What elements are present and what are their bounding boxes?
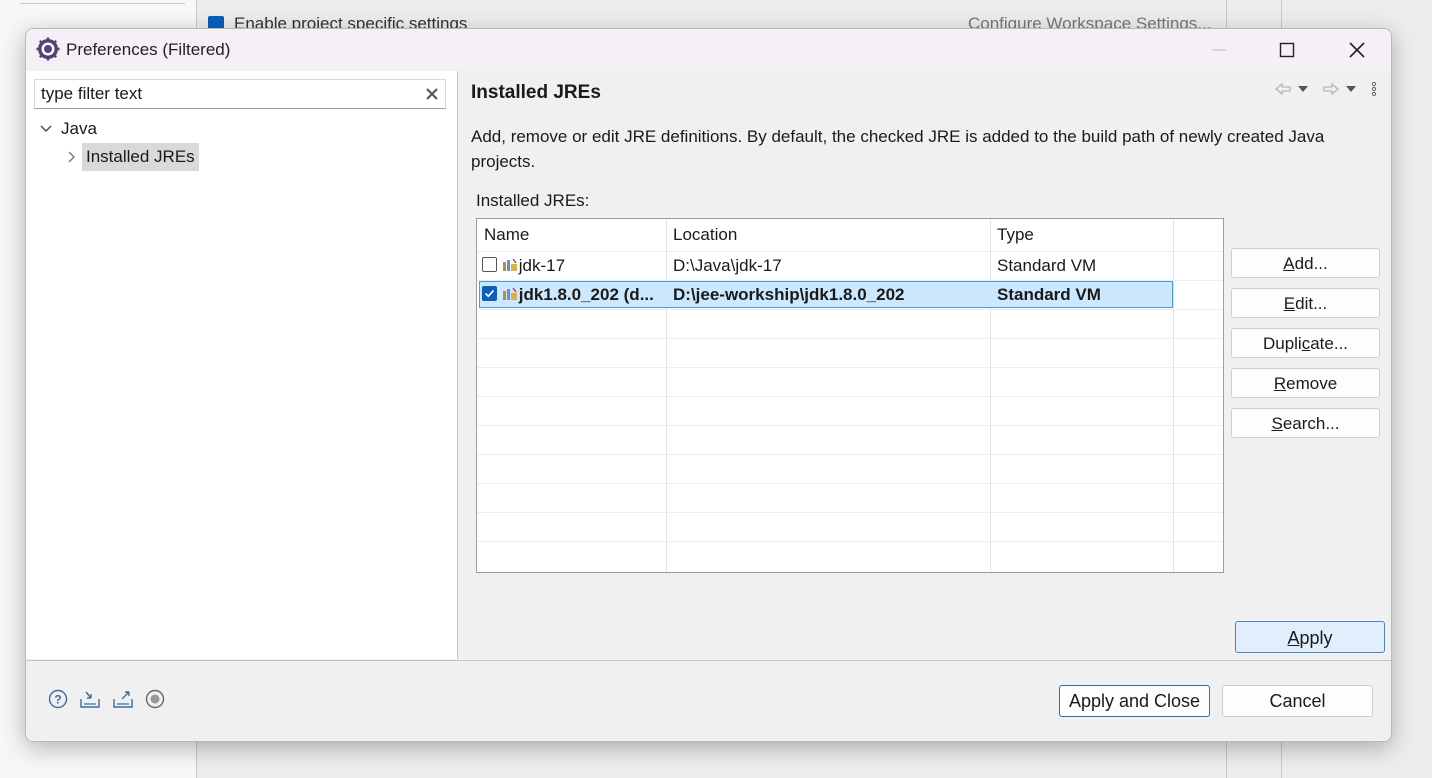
more-menu-icon[interactable] [1371, 81, 1377, 97]
remove-button-label-rest: emove [1286, 374, 1338, 393]
jre-checkbox[interactable] [482, 257, 497, 273]
jre-type: Standard VM [997, 285, 1101, 304]
row-divider [477, 367, 1223, 368]
row-divider [477, 541, 1223, 542]
page-navigation [1275, 81, 1377, 97]
window-title: Preferences (Filtered) [66, 40, 231, 59]
cancel-button[interactable]: Cancel [1222, 685, 1373, 717]
tree-item-installed-jres[interactable]: Installed JREs [63, 143, 199, 171]
row-divider [477, 425, 1223, 426]
forward-arrow-icon[interactable] [1323, 82, 1339, 96]
duplicate-button-label-rest: ate... [1310, 334, 1349, 353]
title-bar: Preferences (Filtered) [26, 29, 1391, 71]
page-title: Installed JREs [471, 82, 601, 103]
search-button-mnemonic: S [1271, 414, 1283, 433]
apply-and-close-button[interactable]: Apply and Close [1059, 685, 1210, 717]
chevron-right-icon[interactable] [63, 149, 79, 165]
preference-page: Installed JREs Add, remove or edit JRE d… [458, 71, 1391, 659]
jre-type: Standard VM [997, 256, 1097, 275]
background-divider [20, 0, 185, 4]
close-button[interactable] [1327, 29, 1387, 71]
export-icon[interactable] [112, 689, 134, 709]
jre-checkbox-checked[interactable] [482, 286, 497, 302]
filter-box [34, 79, 446, 109]
edit-button[interactable]: Edit... [1231, 288, 1380, 318]
filter-input[interactable] [41, 83, 411, 105]
table-row[interactable]: jdk-17 [477, 252, 666, 280]
remove-button[interactable]: Remove [1231, 368, 1380, 398]
row-divider [477, 396, 1223, 397]
jre-library-icon [502, 287, 517, 300]
search-button[interactable]: Search... [1231, 408, 1380, 438]
tree-item-label: Java [61, 119, 97, 138]
jre-location: D:\Java\jdk-17 [673, 256, 782, 275]
row-divider [477, 454, 1223, 455]
search-button-label-rest: earch... [1282, 414, 1340, 433]
table-row[interactable]: jdk1.8.0_202 (d... [477, 281, 666, 309]
svg-text:?: ? [54, 693, 61, 707]
jre-library-icon [502, 258, 517, 271]
checkmark-icon [484, 289, 495, 298]
jre-name: jdk-17 [518, 256, 566, 275]
add-button-label-rest: dd... [1294, 254, 1328, 273]
jre-location: D:\jee-workship\jdk1.8.0_202 [673, 285, 905, 304]
dialog-footer: ? Apply and Close Cancel [26, 660, 1391, 741]
duplicate-button[interactable]: Duplicate... [1231, 328, 1380, 358]
record-icon[interactable] [145, 689, 165, 709]
column-header-type[interactable]: Type [990, 219, 1173, 251]
clear-filter-icon[interactable] [423, 85, 441, 103]
duplicate-button-label: Dupli [1262, 334, 1302, 353]
help-icon[interactable]: ? [48, 689, 68, 709]
row-divider [477, 512, 1223, 513]
chevron-down-icon[interactable] [1345, 84, 1357, 94]
edit-button-mnemonic: E [1283, 294, 1296, 313]
row-divider [477, 309, 1223, 310]
add-button[interactable]: Add... [1231, 248, 1380, 278]
column-header-name[interactable]: Name [477, 219, 666, 251]
maximize-icon [1279, 42, 1295, 58]
page-description: Add, remove or edit JRE definitions. By … [471, 127, 1325, 171]
row-divider [477, 483, 1223, 484]
eclipse-gear-icon [36, 37, 60, 61]
column-header-location[interactable]: Location [666, 219, 990, 251]
apply-button[interactable]: Apply [1235, 621, 1385, 653]
import-icon[interactable] [79, 689, 101, 709]
preferences-dialog: Preferences (Filtered) Java Installed JR… [25, 28, 1392, 742]
remove-button-mnemonic: R [1273, 374, 1287, 393]
row-divider [477, 338, 1223, 339]
minimize-icon [1212, 49, 1226, 51]
table-label: Installed JREs: [476, 191, 590, 210]
add-button-mnemonic: A [1283, 254, 1295, 273]
apply-button-mnemonic: A [1287, 628, 1300, 648]
jre-table: Name Location Type jdk-17 D:\Java\jdk-17… [476, 218, 1224, 573]
duplicate-button-mnemonic: c [1301, 334, 1311, 353]
minimize-button[interactable] [1189, 29, 1249, 71]
chevron-down-icon[interactable] [38, 121, 54, 137]
jre-name: jdk1.8.0_202 (d... [518, 285, 654, 304]
back-arrow-icon[interactable] [1275, 82, 1291, 96]
apply-button-label-rest: pply [1299, 628, 1333, 648]
footer-toolbar: ? [48, 689, 165, 709]
chevron-down-icon[interactable] [1297, 84, 1309, 94]
tree-item-label: Installed JREs [82, 143, 199, 171]
preference-tree-pane: Java Installed JREs [26, 71, 458, 659]
tree-item-java[interactable]: Java [38, 116, 97, 142]
edit-button-label-rest: dit... [1295, 294, 1328, 313]
maximize-button[interactable] [1257, 29, 1317, 71]
close-icon [1349, 42, 1365, 58]
